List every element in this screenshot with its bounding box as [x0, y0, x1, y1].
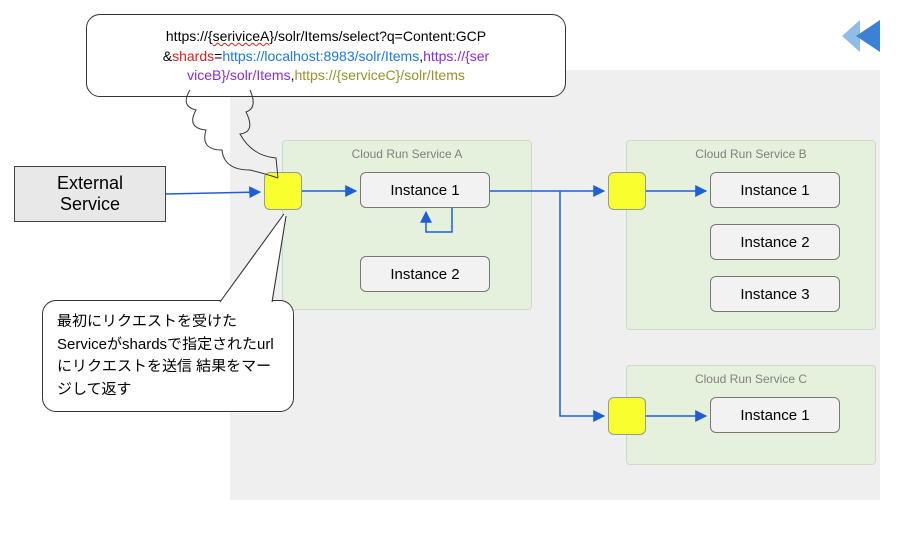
- url-shard3: https://{serviceC}/solr/Items: [294, 67, 464, 83]
- url-shard1: https://localhost:8983/solr/Items: [222, 48, 419, 64]
- service-a-instance-1: Instance 1: [360, 172, 490, 208]
- service-c-title: Cloud Run Service C: [627, 372, 875, 386]
- url-speech-bubble: https://{seriviceA}/solr/Items/select?q=…: [86, 14, 566, 97]
- service-b-instance-1: Instance 1: [710, 172, 840, 208]
- note-text: 最初にリクエストを受けたServiceがshardsで指定されたurlにリクエス…: [57, 313, 274, 398]
- service-a-title: Cloud Run Service A: [283, 147, 531, 161]
- url-amp: &: [163, 48, 172, 64]
- loadbalancer-c: [608, 397, 646, 435]
- service-b-instance-2: Instance 2: [710, 224, 840, 260]
- loadbalancer-b: [608, 172, 646, 210]
- url-part: https://{: [166, 28, 213, 44]
- url-part: }/solr/Items/select?q=Content:GCP: [269, 28, 486, 44]
- url-typo: seriviceA: [213, 28, 270, 44]
- service-b-instance-3: Instance 3: [710, 276, 840, 312]
- url-shards-key: shards: [172, 48, 214, 64]
- external-service-label: External Service: [57, 173, 123, 215]
- url-shard2a: https://{ser: [423, 48, 489, 64]
- service-b-title: Cloud Run Service B: [627, 147, 875, 161]
- cloud-run-logo-icon: [838, 16, 894, 56]
- url-shard2b: viceB}/solr/Items: [187, 67, 290, 83]
- note-speech-bubble: 最初にリクエストを受けたServiceがshardsで指定されたurlにリクエス…: [42, 300, 294, 412]
- external-service-box: External Service: [14, 166, 166, 222]
- service-a-instance-2: Instance 2: [360, 256, 490, 292]
- loadbalancer-a: [264, 172, 302, 210]
- service-c-instance-1: Instance 1: [710, 397, 840, 433]
